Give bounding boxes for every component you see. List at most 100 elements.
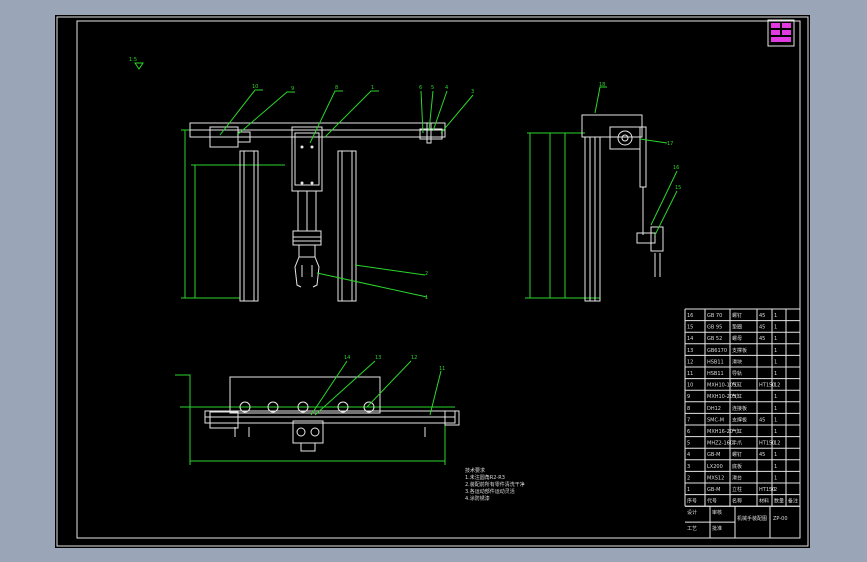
- bom-cell: 45: [759, 336, 765, 342]
- bom-cell: 气缸: [732, 428, 742, 435]
- bom-cell: 手爪: [732, 440, 742, 447]
- svg-text:13: 13: [375, 355, 381, 361]
- bom-cell: 1: [774, 429, 777, 435]
- svg-text:9: 9: [291, 86, 294, 92]
- bom-cell: GB 52: [707, 336, 722, 342]
- bom-cell: 2: [687, 475, 690, 481]
- bom-cell: 7: [687, 417, 690, 423]
- svg-text:2.装配前所有零件清洗干净: 2.装配前所有零件清洗干净: [465, 481, 525, 488]
- bom-header-cell: 名称: [732, 498, 742, 505]
- bom-table: 16 GB 70 螺钉 45 115 GB 95 垫圈 45 114 GB 52 螺母 45 113 GB…: [684, 308, 801, 538]
- bom-header-cell: 代号: [707, 498, 717, 505]
- bom-cell: 螺钉: [732, 312, 742, 319]
- bom-cell: HSB11: [707, 359, 724, 365]
- bom-cell: 8: [687, 406, 690, 412]
- bom-cell: 16: [687, 313, 693, 319]
- bom-cell: 1: [774, 313, 777, 319]
- bom-cell: 1: [774, 394, 777, 400]
- bom-cell: HT150: [759, 487, 775, 493]
- svg-text:11: 11: [439, 366, 445, 372]
- bom-cell: HT150: [759, 441, 775, 447]
- bom-cell: 垫圈: [732, 324, 742, 331]
- drawing-name: 机械手装配图: [737, 515, 767, 522]
- bom-cell: 11: [687, 371, 693, 377]
- title-block-label: 设计: [687, 509, 697, 516]
- drawing-viewport[interactable]: 1:5 10 9 8 1 6 5 4 3 2 1 18 17 16 15 14 …: [55, 15, 810, 548]
- svg-text:10: 10: [252, 84, 258, 90]
- drawing-canvas: 1:5 10 9 8 1 6 5 4 3 2 1 18 17 16 15 14 …: [56, 16, 809, 547]
- svg-text:1: 1: [371, 85, 374, 91]
- bom-cell: 14: [687, 336, 693, 342]
- bom-cell: 支撑板: [732, 416, 747, 423]
- plan-view: 14 13 12 11: [175, 355, 460, 465]
- bom-cell: 1: [774, 417, 777, 423]
- technical-notes: 技术要求 1.未注圆角R2-R3 2.装配前所有零件清洗干净 3.各运动部件运动…: [465, 467, 525, 502]
- bom-cell: 底板: [732, 463, 742, 470]
- roughness-note: 1:5: [129, 57, 144, 70]
- svg-text:4.涂防锈漆: 4.涂防锈漆: [465, 495, 490, 502]
- bom-cell: 12: [687, 359, 693, 365]
- bom-cell: 滑台: [732, 474, 742, 481]
- bom-cell: 1: [774, 371, 777, 377]
- bom-cell: 导轨: [732, 370, 742, 377]
- bom-cell: 1: [774, 336, 777, 342]
- svg-text:4: 4: [445, 85, 448, 91]
- bom-cell: GB 95: [707, 325, 722, 331]
- bom-cell: MXS12: [707, 475, 724, 481]
- bom-cell: 10: [687, 383, 693, 389]
- bom-cell: DH12: [707, 406, 721, 412]
- bom-cell: SMC-M: [707, 417, 724, 423]
- bom-cell: 连接板: [732, 405, 747, 412]
- bom-cell: 15: [687, 325, 693, 331]
- side-view: 18 17 16 15: [525, 82, 681, 302]
- bom-cell: 9: [687, 394, 690, 400]
- svg-text:6: 6: [419, 85, 422, 91]
- bom-cell: 1: [774, 406, 777, 412]
- svg-text:17: 17: [667, 141, 673, 147]
- bom-cell: 螺钉: [732, 451, 742, 458]
- bom-header-cell: 序号: [687, 498, 697, 505]
- svg-text:3: 3: [471, 89, 474, 95]
- bom-cell: 6: [687, 429, 690, 435]
- bom-cell: 立柱: [732, 486, 742, 493]
- svg-text:15: 15: [675, 185, 681, 191]
- bom-cell: MXH16-20: [707, 429, 733, 435]
- bom-cell: 45: [759, 325, 765, 331]
- title-block-label: 批准: [712, 525, 722, 532]
- bom-cell: GB-M: [707, 487, 720, 493]
- drawing-stamp: [767, 19, 795, 47]
- bom-cell: HSB11: [707, 371, 724, 377]
- scale-note-text: 1:5: [129, 57, 137, 63]
- svg-text:14: 14: [344, 355, 350, 361]
- bom-cell: 45: [759, 452, 765, 458]
- bom-cell: 1: [774, 464, 777, 470]
- bom-cell: 12: [774, 383, 780, 389]
- bom-header-cell: 材料: [759, 498, 769, 505]
- bom-cell: 45: [759, 313, 765, 319]
- bom-cell: GB 70: [707, 313, 722, 319]
- main-front-view: 10 9 8 1 6 5 4 3 2 1: [181, 84, 474, 302]
- bom-cell: GB6170: [707, 348, 727, 354]
- svg-text:3.各运动部件运动灵活: 3.各运动部件运动灵活: [465, 488, 515, 495]
- bom-cell: 1: [774, 348, 777, 354]
- bom-cell: 滑块: [732, 358, 742, 365]
- bom-cell: LX200: [707, 464, 723, 470]
- svg-text:技术要求: 技术要求: [465, 467, 485, 474]
- svg-text:2: 2: [425, 271, 428, 277]
- bom-cell: 支撑板: [732, 347, 747, 354]
- bom-cell: 气缸: [732, 382, 742, 389]
- bom-cell: MHZ2-16D: [707, 441, 734, 447]
- bom-cell: HT150: [759, 383, 775, 389]
- bom-cell: 5: [687, 441, 690, 447]
- bom-cell: 4: [687, 452, 690, 458]
- bom-cell: 1: [774, 475, 777, 481]
- bom-cell: 3: [687, 464, 690, 470]
- svg-text:12: 12: [411, 355, 417, 361]
- svg-text:18: 18: [599, 82, 605, 88]
- svg-text:5: 5: [431, 85, 434, 91]
- bom-cell: 气缸: [732, 393, 742, 400]
- svg-text:1: 1: [425, 295, 428, 301]
- bom-cell: 2: [774, 487, 777, 493]
- bom-cell: 螺母: [732, 335, 742, 342]
- svg-text:8: 8: [335, 85, 338, 91]
